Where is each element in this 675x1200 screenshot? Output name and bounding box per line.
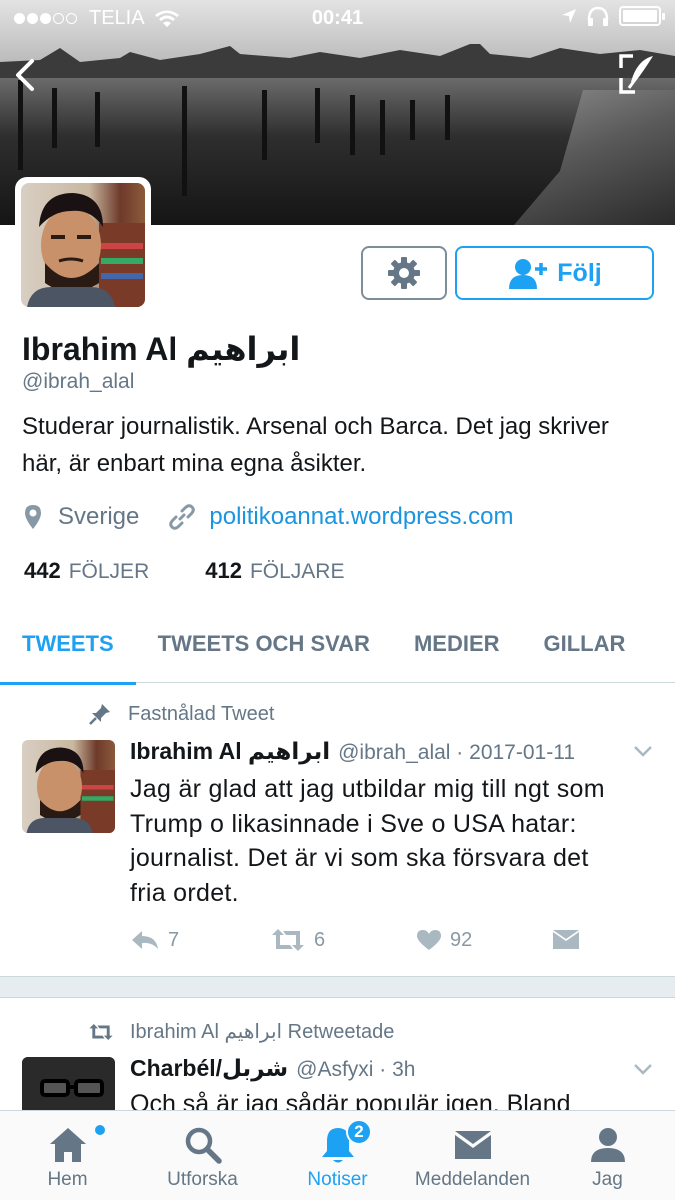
profile-handle: @ibrah_alal (22, 370, 135, 393)
followers-count[interactable]: 412 FÖLJARE (205, 558, 344, 584)
retweeted-label: Ibrahim Al ابراهيم Retweetade (88, 1019, 394, 1044)
tweet-avatar[interactable] (22, 740, 115, 833)
retweet-icon (89, 1023, 113, 1040)
compose-quill-icon[interactable] (617, 52, 657, 96)
link-icon (169, 504, 196, 530)
search-icon (185, 1127, 222, 1164)
tweet-separator (0, 976, 675, 998)
tweet-header: Ibrahim Al ابراهيم @ibrah_alal · 2017-01… (130, 738, 620, 765)
home-icon (49, 1128, 86, 1162)
battery-icon (619, 6, 665, 26)
avatar-photo (21, 183, 145, 307)
tweet-actions: 7 6 92 (130, 928, 590, 952)
reply-icon (132, 931, 158, 949)
retweet-count: 6 (314, 928, 326, 951)
retweet-action[interactable]: 6 (270, 928, 416, 952)
heart-icon (417, 930, 441, 950)
profile-meta: Sverige politikoannat.wordpress.com (24, 503, 514, 531)
location-text: Sverige (58, 503, 140, 530)
avatar-photo (22, 740, 115, 833)
tab-tweets[interactable]: TWEETS (0, 605, 136, 685)
follow-counts: 442 FÖLJER 412 FÖLJARE (24, 558, 344, 584)
retweet-icon (272, 929, 304, 951)
following-count[interactable]: 442 FÖLJER (24, 558, 149, 584)
envelope-icon (454, 1131, 491, 1159)
nav-messages[interactable]: Meddelanden (405, 1111, 540, 1200)
chevron-down-icon[interactable] (633, 1062, 653, 1076)
tweet-author-handle: @ibrah_alal · 2017-01-11 (338, 741, 575, 764)
pinned-tweet-label: Fastnålad Tweet (88, 702, 274, 726)
tab-media[interactable]: MEDIER (392, 605, 522, 683)
profile-website[interactable]: politikoannat.wordpress.com (169, 503, 514, 531)
bottom-tab-bar: Hem Utforska 2 Notiser Meddelanden Jag (0, 1110, 675, 1200)
like-action[interactable]: 92 (416, 929, 552, 952)
nav-me[interactable]: Jag (540, 1111, 675, 1200)
tweet-author-name[interactable]: Ibrahim Al ابراهيم (130, 738, 330, 765)
new-content-dot (95, 1125, 105, 1135)
person-icon (590, 1128, 625, 1162)
gear-icon (388, 257, 420, 289)
nav-explore[interactable]: Utforska (135, 1111, 270, 1200)
location-arrow-icon (562, 9, 576, 23)
tweet-header: Charbél/شربل @Asfyxi · 3h (130, 1055, 415, 1082)
headphones-icon (587, 6, 609, 26)
profile-location: Sverige (24, 503, 139, 531)
profile-avatar[interactable] (15, 177, 151, 313)
tweet-avatar[interactable] (22, 1057, 115, 1117)
location-pin-icon (25, 505, 41, 529)
follow-button-label: Följ (557, 258, 602, 287)
like-count: 92 (450, 928, 473, 951)
tweet-text: Jag är glad att jag utbildar mig till ng… (130, 775, 605, 907)
profile-bio: Studerar journalistik. Arsenal och Barca… (22, 413, 609, 477)
profile-tabs: TWEETS TWEETS OCH SVAR MEDIER GILLAR (0, 605, 675, 685)
direct-message-action[interactable] (552, 929, 580, 951)
pin-icon (89, 704, 110, 725)
back-chevron-icon[interactable] (10, 55, 40, 95)
notification-badge: 2 (346, 1119, 372, 1145)
dm-envelope-icon (553, 930, 579, 949)
tweet-author-handle: @Asfyxi · 3h (296, 1058, 416, 1081)
reply-action[interactable]: 7 (130, 929, 270, 952)
profile-name: Ibrahim Al ابراهيم (22, 331, 301, 367)
nav-notifications[interactable]: 2 Notiser (270, 1111, 405, 1200)
chevron-down-icon[interactable] (633, 744, 653, 758)
tab-tweets-and-replies[interactable]: TWEETS OCH SVAR (136, 605, 392, 683)
reply-count: 7 (168, 928, 180, 951)
tweet-author-name[interactable]: Charbél/شربل (130, 1055, 288, 1082)
status-bar: TELIA 00:41 (0, 0, 675, 38)
website-link[interactable]: politikoannat.wordpress.com (209, 503, 513, 531)
follow-button[interactable]: Följ (455, 246, 654, 300)
add-user-icon (509, 259, 548, 289)
nav-home[interactable]: Hem (0, 1111, 135, 1200)
tab-likes[interactable]: GILLAR (522, 605, 648, 683)
settings-button[interactable] (361, 246, 447, 300)
